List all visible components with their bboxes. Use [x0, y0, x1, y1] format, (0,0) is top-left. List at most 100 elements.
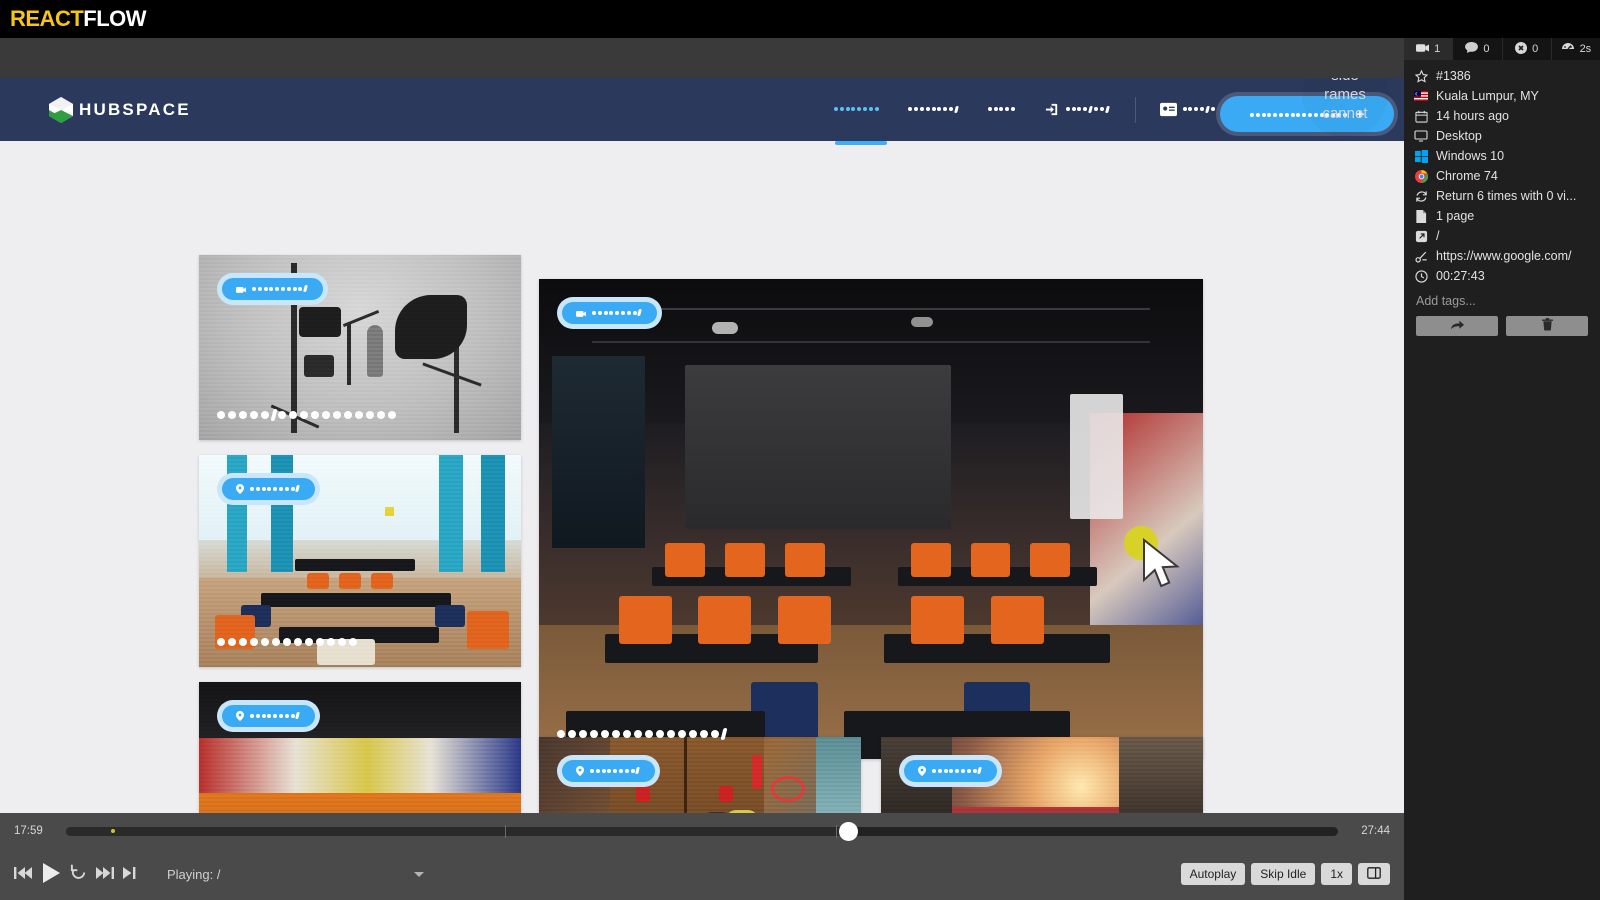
- card-sunset[interactable]: [881, 737, 1203, 813]
- card-studio-badge[interactable]: [217, 273, 328, 305]
- timeline-track[interactable]: [66, 827, 1338, 836]
- session-details-sidebar: 1 0 0: [1404, 38, 1600, 900]
- tab-comments[interactable]: 0: [1453, 38, 1502, 60]
- site-logo[interactable]: HUBSPACE: [48, 96, 191, 124]
- card-mural[interactable]: [199, 682, 521, 813]
- tab-errors-count: 0: [1532, 43, 1538, 55]
- tab-performance[interactable]: 2s: [1552, 38, 1600, 60]
- link-icon: [1414, 249, 1428, 263]
- x-circle-icon: [1515, 42, 1527, 57]
- tab-recordings[interactable]: 1: [1404, 38, 1453, 60]
- card-main-badge-label: [592, 305, 643, 321]
- timeline-event-dot[interactable]: [111, 829, 115, 833]
- pin-icon: [576, 766, 584, 776]
- card-main-badge[interactable]: [557, 297, 662, 329]
- tab-performance-value: 2s: [1580, 43, 1592, 55]
- total-time: 27:44: [1344, 825, 1390, 837]
- nav-label-masked-2: [908, 102, 959, 118]
- meta-entry-path-text: /: [1436, 229, 1439, 243]
- meta-duration-text: 00:27:43: [1436, 269, 1485, 283]
- star-icon[interactable]: [1414, 69, 1428, 83]
- entry-icon: [1414, 229, 1428, 243]
- meta-location: Kuala Lumpur, MY: [1404, 86, 1600, 106]
- site-nav-link-3[interactable]: [974, 78, 1031, 141]
- tab-errors[interactable]: 0: [1503, 38, 1552, 60]
- delete-button[interactable]: [1506, 316, 1588, 336]
- hexagon-cube-icon: [48, 96, 74, 124]
- player-option-buttons: Autoplay Skip Idle 1x: [1181, 863, 1390, 885]
- login-arrow-icon: [1045, 102, 1060, 117]
- pin-icon: [236, 711, 244, 721]
- chrome-icon: [1414, 169, 1428, 183]
- transport-row: Playing: / Autoplay Skip Idle 1x: [0, 849, 1404, 899]
- skip-forward-icon: [96, 865, 114, 884]
- meta-browser: Chrome 74: [1404, 166, 1600, 186]
- trash-icon: [1542, 318, 1553, 334]
- skip-back-button[interactable]: [14, 865, 32, 884]
- meta-os: Windows 10: [1404, 146, 1600, 166]
- timeline-tick: [505, 825, 506, 838]
- logo-text-flow: FLOW: [83, 6, 146, 31]
- skip-idle-button[interactable]: Skip Idle: [1251, 863, 1315, 885]
- meta-location-text: Kuala Lumpur, MY: [1436, 89, 1539, 103]
- meta-os-text: Windows 10: [1436, 149, 1504, 163]
- card-sunset-badge[interactable]: [899, 755, 1002, 787]
- play-button[interactable]: [41, 862, 61, 887]
- meta-recorded-time: 14 hours ago: [1404, 106, 1600, 126]
- meta-session-id-text: #1386: [1436, 69, 1471, 83]
- cursor-arrow-icon: [1142, 538, 1186, 594]
- card-classroom-badge[interactable]: [217, 473, 320, 505]
- meta-page-url-text[interactable]: https://www.google.com/: [1436, 249, 1571, 263]
- timeline-tick: [836, 825, 837, 838]
- photo-gallery: side rames cannot: [0, 141, 1404, 159]
- share-button[interactable]: [1416, 316, 1498, 336]
- card-studio[interactable]: [199, 255, 521, 440]
- card-door-badge-label: [590, 763, 641, 779]
- timeline-playhead[interactable]: [839, 822, 858, 841]
- replay-button[interactable]: [70, 864, 87, 884]
- windows-icon: [1414, 149, 1428, 163]
- nav-label-masked-1: [834, 102, 880, 118]
- add-tags-input[interactable]: Add tags...: [1404, 286, 1600, 312]
- nav-label-masked-4: [1066, 102, 1111, 118]
- site-nav-link-1[interactable]: [820, 78, 894, 141]
- timeline-row: 17:59 27:44: [0, 813, 1404, 849]
- meta-browser-text: Chrome 74: [1436, 169, 1498, 183]
- timeline-progress: [66, 827, 848, 836]
- panel-toggle-button[interactable]: [1358, 863, 1390, 885]
- clock-icon: [1414, 269, 1428, 283]
- sidebar-tabs: 1 0 0: [1404, 38, 1600, 60]
- card-door-badge[interactable]: [557, 755, 660, 787]
- card-classroom[interactable]: [199, 455, 521, 667]
- sidebar-toggle-icon: [1367, 867, 1381, 882]
- jump-end-button[interactable]: [123, 865, 136, 884]
- tab-recordings-count: 1: [1434, 43, 1440, 55]
- skip-forward-button[interactable]: [96, 865, 114, 884]
- meta-device: Desktop: [1404, 126, 1600, 146]
- current-time: 17:59: [14, 825, 60, 837]
- card-studio-caption: [217, 406, 399, 424]
- site-nav-link-2[interactable]: [894, 78, 973, 141]
- page-source-select[interactable]: [230, 863, 430, 885]
- card-main[interactable]: [539, 279, 1203, 759]
- logo-text-react: REACT: [10, 6, 83, 31]
- video-camera-icon: [1416, 43, 1429, 56]
- camera-icon: [576, 309, 586, 318]
- jump-to-end-icon: [123, 865, 136, 884]
- meta-page-url: https://www.google.com/: [1404, 246, 1600, 266]
- card-door[interactable]: [539, 737, 861, 813]
- playing-label: Playing: /: [167, 867, 220, 882]
- card-main-caption: [557, 725, 728, 743]
- speed-button[interactable]: 1x: [1321, 863, 1352, 885]
- site-logo-text: HUBSPACE: [79, 100, 191, 120]
- meta-session-id: #1386: [1404, 66, 1600, 86]
- meta-return-visits: Return 6 times with 0 vi...: [1404, 186, 1600, 206]
- card-mural-badge-label: [250, 708, 301, 724]
- meta-return-visits-text: Return 6 times with 0 vi...: [1436, 189, 1576, 203]
- session-meta-list: #1386 Kuala Lumpur, MY: [1404, 60, 1600, 286]
- card-classroom-caption: [217, 633, 360, 651]
- autoplay-button[interactable]: Autoplay: [1181, 863, 1246, 885]
- site-nav-link-4[interactable]: [1031, 78, 1125, 141]
- card-mural-badge[interactable]: [217, 700, 320, 732]
- meta-device-text: Desktop: [1436, 129, 1482, 143]
